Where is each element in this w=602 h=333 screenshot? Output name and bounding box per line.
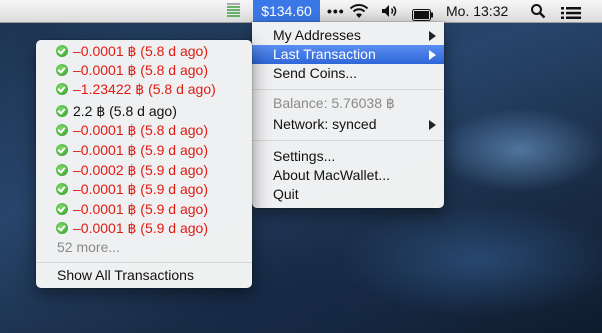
confirmed-check-icon (56, 124, 68, 136)
menu-item-label: Last Transaction (273, 46, 376, 62)
transaction-item[interactable]: 2.2 ฿ (5.8 d ago) (56, 102, 177, 121)
transaction-item[interactable]: –0.0001 ฿ (5.8 d ago) (56, 121, 208, 140)
bitcoin-price-status-item[interactable]: $134.60 (253, 0, 320, 22)
submenu-arrow-icon (429, 31, 436, 41)
transaction-item[interactable]: –0.0002 ฿ (5.9 d ago) (56, 161, 208, 180)
submenu-arrow-icon (429, 120, 436, 130)
show-all-transactions-item[interactable]: Show All Transactions (57, 266, 194, 285)
confirmed-check-icon (56, 144, 68, 156)
transaction-amount: –0.0001 ฿ (5.9 d ago) (73, 181, 209, 197)
confirmed-check-icon (56, 64, 68, 76)
wifi-icon[interactable] (349, 3, 369, 19)
more-status-items[interactable]: ••• (327, 0, 345, 22)
transaction-item[interactable]: –0.0001 ฿ (5.9 d ago) (56, 219, 208, 238)
transaction-amount: –0.0002 ฿ (5.9 d ago) (73, 162, 209, 178)
volume-icon[interactable] (380, 3, 400, 19)
menu-item-about[interactable]: About MacWallet... (252, 166, 444, 185)
transaction-amount: –0.0001 ฿ (5.8 d ago) (73, 43, 209, 59)
battery-icon[interactable] (412, 5, 434, 21)
menu-separator (36, 262, 252, 263)
menu-bar: $134.60 ••• Mo. 13:32 (0, 0, 602, 23)
menu-item-label: Quit (273, 186, 299, 202)
more-transactions-label: 52 more... (57, 239, 121, 255)
menu-item-my-addresses[interactable]: My Addresses (252, 26, 444, 45)
transaction-item[interactable]: –0.0001 ฿ (5.8 d ago) (56, 42, 208, 61)
menu-item-network[interactable]: Network: synced (252, 115, 444, 134)
confirmed-check-icon (56, 222, 68, 234)
transaction-item[interactable]: –0.0001 ฿ (5.9 d ago) (56, 180, 208, 199)
battery-meter-icon[interactable] (227, 3, 240, 19)
menu-separator (252, 140, 444, 141)
menu-item-label: Balance: 5.76038 ฿ (273, 95, 395, 111)
menu-item-settings[interactable]: Settings... (252, 147, 444, 166)
menu-item-label: My Addresses (273, 27, 361, 43)
confirmed-check-icon (56, 105, 68, 117)
clock[interactable]: Mo. 13:32 (446, 0, 508, 22)
transaction-amount: –0.0001 ฿ (5.9 d ago) (73, 220, 209, 236)
transaction-amount: –0.0001 ฿ (5.9 d ago) (73, 142, 209, 158)
menu-item-label: About MacWallet... (273, 167, 390, 183)
transaction-amount: –0.0001 ฿ (5.8 d ago) (73, 62, 209, 78)
transaction-item[interactable]: –0.0001 ฿ (5.8 d ago) (56, 61, 208, 80)
menu-item-balance: Balance: 5.76038 ฿ (252, 94, 444, 113)
confirmed-check-icon (56, 164, 68, 176)
transaction-amount: –0.0001 ฿ (5.8 d ago) (73, 122, 209, 138)
transaction-item[interactable]: –1.23422 ฿ (5.8 d ago) (56, 80, 216, 99)
confirmed-check-icon (56, 183, 68, 195)
transaction-item[interactable]: –0.0001 ฿ (5.9 d ago) (56, 141, 208, 160)
confirmed-check-icon (56, 45, 68, 57)
confirmed-check-icon (56, 203, 68, 215)
notification-list-icon[interactable] (560, 4, 582, 19)
menu-item-label: Settings... (273, 148, 336, 164)
menu-item-send-coins[interactable]: Send Coins... (252, 64, 444, 83)
confirmed-check-icon (56, 83, 68, 95)
transaction-amount: 2.2 ฿ (5.8 d ago) (73, 103, 177, 119)
last-transaction-submenu: –0.0001 ฿ (5.8 d ago) –0.0001 ฿ (5.8 d a… (36, 40, 252, 288)
transaction-amount: –0.0001 ฿ (5.9 d ago) (73, 201, 209, 217)
menu-item-label: Network: synced (273, 116, 377, 132)
spotlight-search-icon[interactable] (530, 3, 546, 19)
menu-item-quit[interactable]: Quit (252, 185, 444, 204)
transaction-item[interactable]: –0.0001 ฿ (5.9 d ago) (56, 200, 208, 219)
menu-item-label: Send Coins... (273, 65, 358, 81)
menu-separator (252, 89, 444, 90)
menu-item-last-transaction[interactable]: Last Transaction (252, 45, 444, 64)
transaction-amount: –1.23422 ฿ (5.8 d ago) (73, 81, 216, 97)
submenu-arrow-icon (429, 50, 436, 60)
wallet-menu: My Addresses Last Transaction Send Coins… (252, 22, 444, 208)
